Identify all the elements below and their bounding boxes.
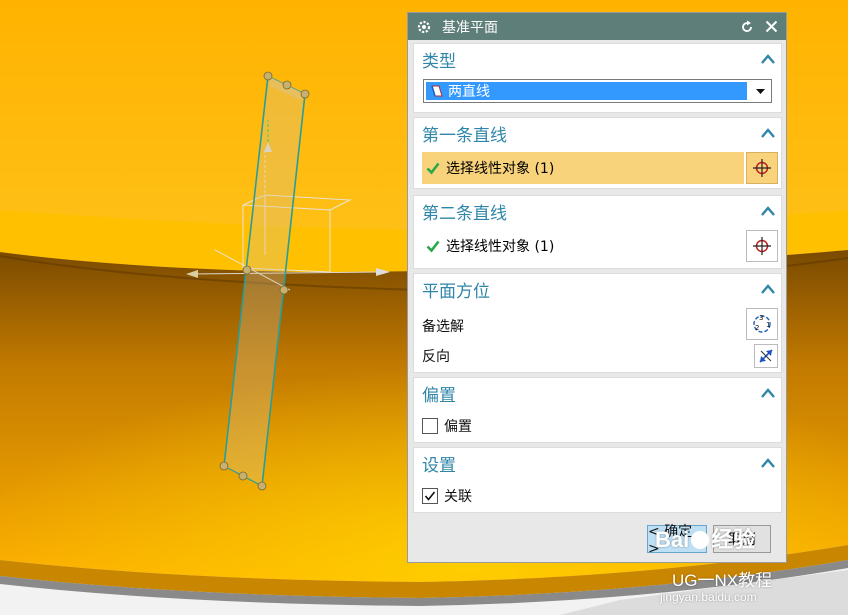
chevron-up-icon (761, 284, 775, 294)
associative-checkbox[interactable] (422, 488, 438, 504)
section-type-collapse[interactable] (759, 50, 777, 68)
dialog-titlebar[interactable]: 基准平面 (408, 13, 786, 40)
first-line-select-row[interactable]: 选择线性对象 (1) (422, 152, 744, 184)
alternate-solution-button[interactable]: 3 1 2 (746, 308, 778, 340)
section-offset-title: 偏置 (422, 385, 456, 406)
plane-type-icon (431, 85, 443, 97)
svg-text:3: 3 (759, 314, 763, 322)
section-type-title: 类型 (422, 51, 456, 72)
section-orientation-collapse[interactable] (759, 280, 777, 298)
dropdown-arrow[interactable] (749, 80, 771, 102)
gear-icon (417, 20, 431, 33)
svg-text:1: 1 (766, 321, 770, 329)
section-second-line: 第二条直线 选择线性对象 (1) (413, 195, 782, 269)
close-button[interactable] (762, 18, 780, 36)
section-settings: 设置 关联 (413, 447, 782, 513)
crosshair-icon (753, 159, 771, 177)
chevron-up-icon (761, 128, 775, 138)
reset-button[interactable] (738, 18, 756, 36)
section-orientation-title: 平面方位 (422, 281, 490, 302)
section-settings-title: 设置 (422, 455, 456, 476)
chevron-up-icon (761, 206, 775, 216)
type-selected-value: 两直线 (448, 84, 490, 100)
checkmark-icon (426, 162, 440, 175)
reverse-direction-icon (759, 349, 773, 363)
second-line-select-button[interactable] (746, 230, 778, 262)
offset-checkbox-row[interactable]: 偏置 (422, 416, 472, 436)
watermark-brand: Bai 经验 (655, 527, 756, 552)
dialog-title: 基准平面 (442, 19, 498, 36)
checkmark-icon (426, 240, 440, 253)
section-first-line-title: 第一条直线 (422, 125, 507, 146)
checkmark-icon (424, 491, 436, 501)
first-line-select-label: 选择线性对象 (1) (446, 161, 555, 177)
datum-plane-dialog: 基准平面 类型 两直线 第一条直线 选择线性对象 (1) 第二条直线 选择线性对… (407, 12, 787, 563)
offset-checkbox-label: 偏置 (444, 419, 472, 435)
chevron-up-icon (761, 458, 775, 468)
type-dropdown[interactable]: 两直线 (423, 79, 772, 103)
crosshair-icon (753, 237, 771, 255)
section-second-line-title: 第二条直线 (422, 203, 507, 224)
cycle-solutions-icon: 3 1 2 (753, 314, 771, 333)
section-first-line: 第一条直线 选择线性对象 (1) (413, 117, 782, 189)
svg-text:2: 2 (755, 324, 759, 332)
reverse-direction-label: 反向 (422, 349, 450, 365)
reset-icon (742, 20, 752, 32)
reverse-direction-button[interactable] (754, 344, 778, 368)
close-icon (765, 20, 777, 33)
alternate-solution-label: 备选解 (422, 319, 464, 335)
associative-checkbox-label: 关联 (444, 489, 472, 505)
watermark-site: jingyan.baidu.com (660, 590, 757, 604)
chevron-up-icon (761, 388, 775, 398)
paw-icon (691, 531, 710, 549)
dropdown-arrow-icon (755, 88, 765, 94)
section-offset: 偏置 偏置 (413, 377, 782, 443)
second-line-select-label: 选择线性对象 (1) (446, 239, 555, 255)
section-type: 类型 两直线 (413, 43, 782, 113)
associative-checkbox-row[interactable]: 关联 (422, 486, 472, 506)
section-orientation: 平面方位 备选解 3 1 2 反向 (413, 273, 782, 373)
first-line-select-button[interactable] (746, 152, 778, 184)
section-offset-collapse[interactable] (759, 384, 777, 402)
section-second-line-collapse[interactable] (759, 202, 777, 220)
section-first-line-collapse[interactable] (759, 124, 777, 142)
offset-checkbox[interactable] (422, 418, 438, 434)
second-line-select-row[interactable]: 选择线性对象 (1) (422, 230, 744, 262)
watermark-channel: UG一NX教程 (672, 571, 773, 590)
section-settings-collapse[interactable] (759, 454, 777, 472)
chevron-up-icon (761, 54, 775, 64)
